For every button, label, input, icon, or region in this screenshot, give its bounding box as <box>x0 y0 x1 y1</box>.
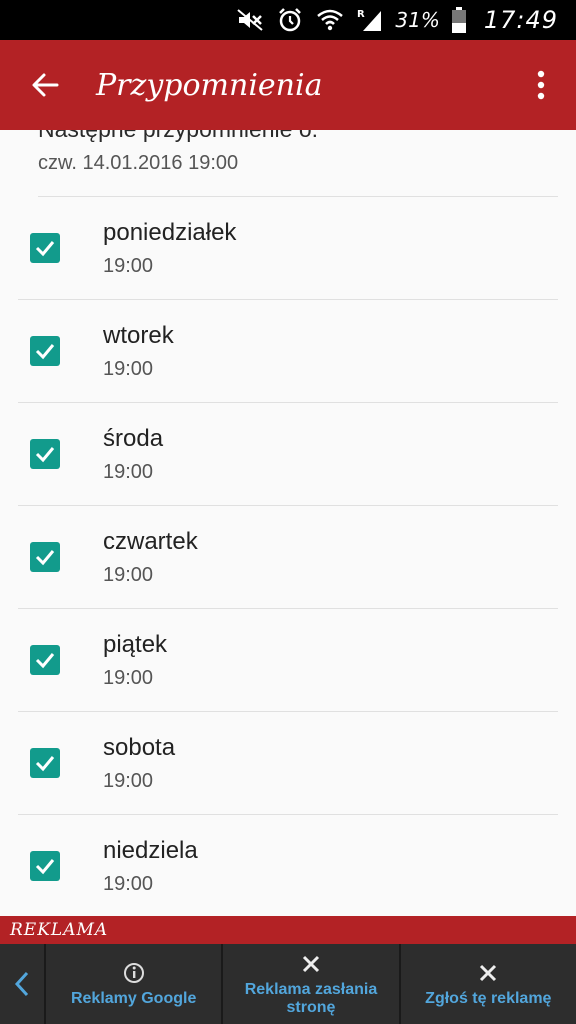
day-name: sobota <box>103 734 176 761</box>
day-row-monday[interactable]: poniedziałek 19:00 <box>18 197 558 300</box>
ad-bar: Reklamy Google Reklama zasłania stronę Z… <box>0 944 576 1024</box>
day-checkbox[interactable] <box>30 645 60 675</box>
ad-label: REKLAMA <box>10 920 109 940</box>
status-bar: R 31% 17:49 <box>0 0 576 40</box>
google-ads-button[interactable]: Reklamy Google <box>46 944 224 1024</box>
ad-label-bar: REKLAMA <box>0 916 576 944</box>
next-reminder-label: Następne przypomnienie o: <box>38 130 318 143</box>
day-row-friday[interactable]: piątek 19:00 <box>18 609 558 712</box>
clock: 17:49 <box>483 6 558 34</box>
check-icon <box>35 653 55 669</box>
svg-text:R: R <box>357 9 365 20</box>
day-name: wtorek <box>103 322 174 349</box>
battery-percentage: 31% <box>395 8 440 32</box>
day-checkbox[interactable] <box>30 748 60 778</box>
report-ad-button[interactable]: Zgłoś tę reklamę <box>401 944 576 1024</box>
day-name: niedziela <box>103 837 198 864</box>
day-time: 19:00 <box>103 667 154 689</box>
ad-covers-page-label: Reklama zasłania stronę <box>244 981 378 1016</box>
day-name: piątek <box>103 631 168 658</box>
day-row-sunday[interactable]: niedziela 19:00 <box>18 815 558 916</box>
check-icon <box>35 241 55 257</box>
day-row-thursday[interactable]: czwartek 19:00 <box>18 506 558 609</box>
day-name: poniedziałek <box>103 219 237 246</box>
day-row-wednesday[interactable]: środa 19:00 <box>18 403 558 506</box>
check-icon <box>35 344 55 360</box>
page-title: Przypomnienia <box>96 67 323 103</box>
day-time: 19:00 <box>103 461 154 483</box>
day-row-tuesday[interactable]: wtorek 19:00 <box>18 300 558 403</box>
info-icon <box>123 963 144 983</box>
back-arrow-icon <box>32 73 59 97</box>
day-checkbox[interactable] <box>30 851 60 881</box>
back-button[interactable] <box>0 40 90 130</box>
day-checkbox[interactable] <box>30 542 60 572</box>
day-row-saturday[interactable]: sobota 19:00 <box>18 712 558 815</box>
close-icon <box>302 955 320 973</box>
app-bar: Przypomnienia <box>0 40 576 130</box>
day-name: środa <box>103 425 164 452</box>
check-icon <box>35 447 55 463</box>
day-time: 19:00 <box>103 564 154 586</box>
battery-icon <box>450 7 468 33</box>
google-ads-label: Reklamy Google <box>70 990 197 1007</box>
ad-back-button[interactable] <box>0 944 46 1024</box>
overflow-menu-button[interactable] <box>506 40 576 130</box>
alarm-icon <box>275 7 305 33</box>
day-time: 19:00 <box>103 255 154 277</box>
day-time: 19:00 <box>103 873 154 895</box>
check-icon <box>35 859 55 875</box>
day-checkbox[interactable] <box>30 439 60 469</box>
day-name: czwartek <box>103 528 198 555</box>
day-time: 19:00 <box>103 770 154 792</box>
wifi-icon <box>315 7 345 33</box>
close-icon <box>480 964 497 982</box>
next-reminder: Następne przypomnienie o: czw. 14.01.201… <box>38 130 558 197</box>
check-icon <box>35 756 55 772</box>
report-ad-label: Zgłoś tę reklamę <box>425 990 552 1007</box>
day-checkbox[interactable] <box>30 336 60 366</box>
reminder-list: Następne przypomnienie o: czw. 14.01.201… <box>0 130 576 916</box>
check-icon <box>35 550 55 566</box>
day-time: 19:00 <box>103 358 154 380</box>
day-checkbox[interactable] <box>30 233 60 263</box>
next-reminder-value: czw. 14.01.2016 19:00 <box>38 152 239 174</box>
ad-covers-page-button[interactable]: Reklama zasłania stronę <box>223 944 401 1024</box>
more-vert-icon <box>537 70 545 100</box>
mute-icon <box>235 7 265 33</box>
chevron-left-icon <box>14 971 29 997</box>
signal-icon: R <box>355 7 385 33</box>
